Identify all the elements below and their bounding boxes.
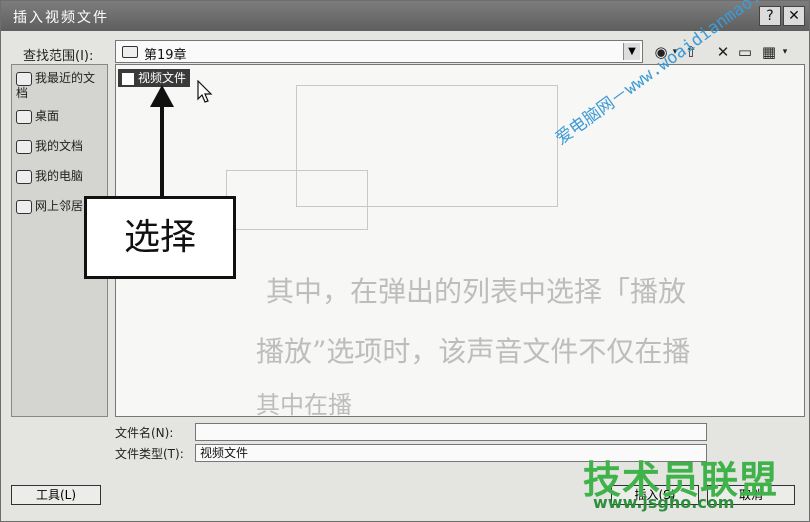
help-button[interactable]: ?: [759, 6, 781, 26]
chevron-down-icon[interactable]: ▼: [623, 43, 640, 60]
filetype-label: 文件类型(T):: [115, 447, 184, 461]
close-button[interactable]: ✕: [783, 6, 805, 26]
bleed-text-line: 其中在播: [256, 391, 352, 417]
computer-icon: [16, 169, 32, 184]
lookin-dropdown[interactable]: 第19章 ▼: [115, 40, 643, 63]
insert-video-dialog: 插入视频文件 ? ✕ 查找范围(I): 第19章 ▼ ◉ ▾ ⇧ ✕ ▭ ▦ ▾…: [0, 0, 810, 522]
new-folder-icon[interactable]: ▭: [735, 42, 755, 62]
tools-button[interactable]: 工具(L): [11, 485, 101, 505]
callout-arrow-shaft: [160, 105, 164, 197]
callout-label: 选择: [84, 196, 236, 279]
place-label: 网上邻居: [35, 199, 84, 213]
views-dropdown-icon[interactable]: ▾: [775, 42, 795, 62]
place-my-documents[interactable]: 我的文档: [16, 139, 106, 154]
delete-icon[interactable]: ✕: [713, 42, 733, 62]
folder-icon: [122, 46, 138, 58]
filename-label: 文件名(N):: [115, 426, 174, 440]
desktop-icon: [16, 109, 32, 124]
lookin-path: 第19章: [144, 48, 187, 63]
place-label: 桌面: [35, 109, 60, 123]
callout-arrow-head: [150, 85, 174, 107]
place-desktop[interactable]: 桌面: [16, 109, 106, 124]
documents-icon: [16, 139, 32, 154]
bleed-text-line: 其中，在弹出的列表中选择「播放: [266, 275, 687, 308]
filename-input[interactable]: [195, 423, 707, 441]
mouse-cursor-icon: [197, 80, 213, 103]
window-title: 插入视频文件: [13, 10, 109, 26]
recent-docs-icon: [16, 71, 32, 86]
place-label: 我的电脑: [35, 169, 84, 183]
lookin-label: 查找范围(I):: [23, 49, 94, 64]
file-name: 视频文件: [138, 71, 187, 85]
watermark-site: www.jsgho.com: [593, 493, 735, 512]
place-recent[interactable]: 我最近的文档: [16, 71, 106, 100]
bleed-text-line: 播放”选项时，该声音文件不仅在播: [256, 335, 691, 368]
network-icon: [16, 199, 32, 214]
place-my-computer[interactable]: 我的电脑: [16, 169, 106, 184]
video-file-icon: [122, 72, 134, 85]
place-label: 我的文档: [35, 139, 84, 153]
bleed-through-box: [226, 170, 368, 230]
